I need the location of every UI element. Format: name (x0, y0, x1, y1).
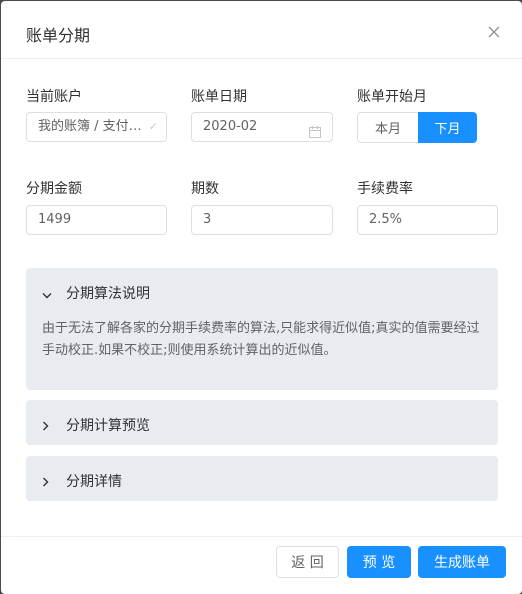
installment-dialog: 账单分期 当前账户 我的账簿 / 支付… ✓ 账单日期 2020-02 账单开始… (1, 1, 522, 594)
chevron-down-icon (42, 285, 52, 304)
close-icon[interactable] (485, 23, 503, 41)
algorithm-panel-title: 分期算法说明 (66, 286, 150, 302)
preview-panel: 分期计算预览 (26, 400, 498, 445)
start-month-label: 账单开始月 (357, 89, 427, 105)
bill-date-value: 2020-02 (203, 119, 258, 134)
bill-date-label: 账单日期 (191, 89, 247, 105)
periods-label: 期数 (191, 181, 219, 197)
algorithm-panel-header[interactable]: 分期算法说明 (26, 268, 498, 314)
dialog-title: 账单分期 (26, 26, 91, 45)
chevron-down-icon: ✓ (148, 120, 158, 133)
algorithm-panel: 分期算法说明 由于无法了解各家的分期手续费率的算法,只能求得近似值;真实的值需要… (26, 268, 498, 390)
bill-date-picker[interactable]: 2020-02 (191, 112, 333, 142)
fee-rate-input[interactable]: 2.5% (357, 205, 498, 235)
details-panel-title: 分期详情 (66, 474, 122, 490)
periods-value: 3 (203, 212, 212, 227)
amount-label: 分期金额 (26, 181, 82, 197)
calendar-icon (309, 121, 321, 141)
account-select[interactable]: 我的账簿 / 支付… ✓ (26, 112, 167, 142)
amount-input[interactable]: 1499 (26, 205, 167, 235)
next-month-button[interactable]: 下月 (418, 112, 477, 143)
algorithm-description: 由于无法了解各家的分期手续费率的算法,只能求得近似值;真实的值需要经过手动校正.… (42, 321, 480, 358)
chevron-right-icon (42, 472, 50, 491)
preview-panel-title: 分期计算预览 (66, 418, 150, 434)
details-panel-header[interactable]: 分期详情 (26, 456, 498, 502)
fee-rate-value: 2.5% (369, 212, 403, 227)
generate-bill-button[interactable]: 生成账单 (418, 546, 506, 578)
chevron-right-icon (42, 416, 50, 435)
preview-button[interactable]: 预 览 (347, 546, 411, 578)
details-panel: 分期详情 (26, 456, 498, 501)
account-value: 我的账簿 / 支付… (38, 119, 142, 134)
periods-input[interactable]: 3 (191, 205, 333, 235)
back-button[interactable]: 返 回 (276, 546, 339, 578)
this-month-button[interactable]: 本月 (357, 112, 418, 143)
fee-rate-label: 手续费率 (357, 181, 413, 197)
dialog-header: 账单分期 (1, 1, 522, 59)
start-month-toggle: 本月 下月 (357, 112, 477, 143)
amount-value: 1499 (38, 212, 72, 227)
preview-panel-header[interactable]: 分期计算预览 (26, 400, 498, 446)
account-label: 当前账户 (26, 89, 82, 105)
